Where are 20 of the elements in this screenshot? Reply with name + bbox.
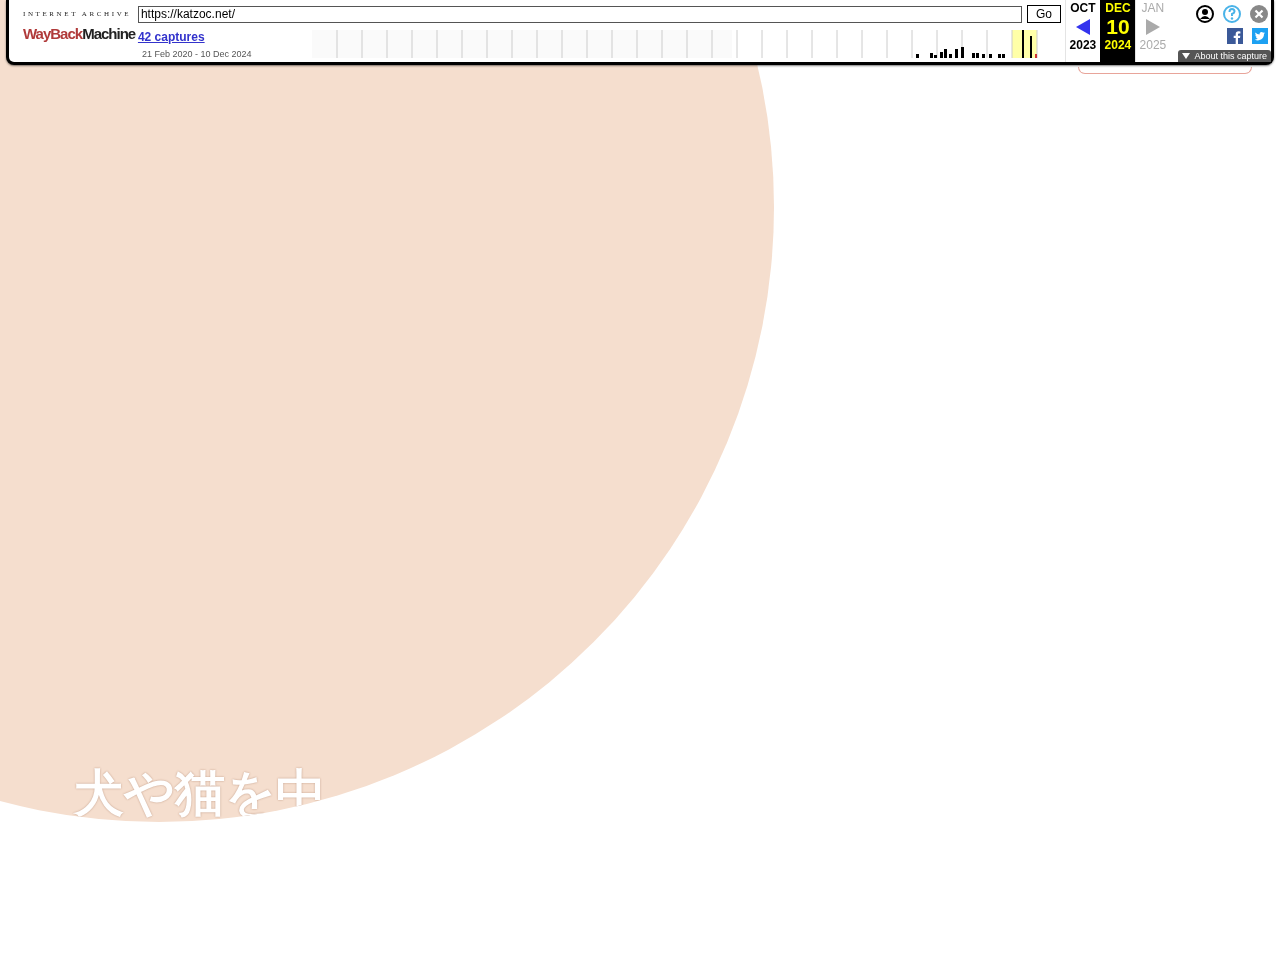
- date-range: 21 Feb 2020 - 10 Dec 2024: [140, 49, 253, 59]
- day-label: 10: [1106, 15, 1130, 38]
- url-field[interactable]: https://katzoc.net/: [137, 5, 1022, 23]
- help-icon[interactable]: [1223, 5, 1241, 23]
- year-label: 2025: [1139, 38, 1167, 52]
- user-icon[interactable]: [1196, 5, 1214, 23]
- wayback-logo[interactable]: WayBackMachine: [23, 24, 136, 44]
- caret-icon: [1182, 53, 1191, 59]
- month-label: DEC: [1105, 1, 1131, 15]
- year-label: 2023: [1069, 38, 1097, 52]
- previous-arrow-icon[interactable]: [1075, 18, 1090, 35]
- about-capture-button[interactable]: About this capture: [1178, 50, 1271, 62]
- month-label: JAN: [1141, 1, 1165, 15]
- facebook-icon[interactable]: [1227, 28, 1243, 44]
- twitter-icon[interactable]: [1252, 28, 1268, 44]
- month-label: OCT: [1070, 1, 1096, 15]
- year-label: 2024: [1104, 38, 1132, 52]
- close-icon[interactable]: [1250, 5, 1268, 23]
- captures-link[interactable]: 42 captures: [137, 30, 312, 44]
- go-button[interactable]: Go: [1026, 5, 1061, 23]
